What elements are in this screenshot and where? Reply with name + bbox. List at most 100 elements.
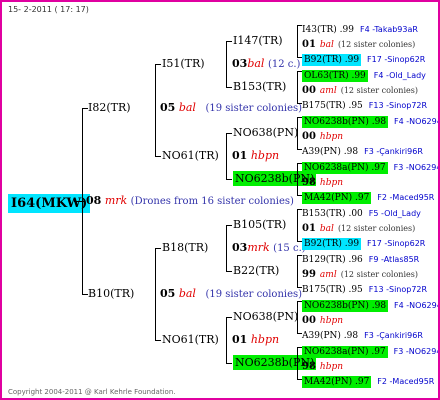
connector (226, 225, 227, 271)
gen4-id: A39(PN) .98 (302, 147, 359, 157)
gen4-row: MA42(PN) .97 F2 -Maced95R (302, 371, 435, 388)
connector (155, 340, 161, 341)
connector (226, 87, 232, 88)
gen2-node-1: NO61(TR) (162, 149, 219, 162)
gen1-note: (19 sister colonies) (205, 289, 303, 300)
gen4-ref: F4 -Takab93aR (359, 25, 418, 34)
root-queen-info: 08 mrk (Drones from 16 sister colonies) (86, 195, 294, 207)
gen2-node-3: NO61(TR) (162, 333, 219, 346)
gen4-row: A39(PN) .98 F3 -Çankiri96R (302, 325, 423, 341)
connector (155, 156, 161, 157)
gen1-year: 05 (160, 287, 176, 300)
gen4-row: B92(TR) .99 F17 -Sinop62R (302, 49, 426, 66)
gen4-note: (12 sister colonies) (337, 224, 416, 233)
gen3-node-1: B153(TR) (233, 80, 287, 93)
gen2-year: 01 (232, 333, 248, 346)
gen4-id: B175(TR) .95 (302, 285, 363, 295)
gen4-row: B153(TR) .00 F5 -Old_Lady (302, 203, 421, 219)
gen2-note: (15 c.) (273, 243, 306, 254)
gen3-node-4: B105(TR) (233, 218, 287, 231)
gen4-note: (12 sister colonies) (340, 86, 418, 95)
gen1-name: bal (178, 287, 196, 300)
gen4-ref: F13 -Sinop72R (368, 285, 428, 294)
connector (297, 347, 298, 379)
gen4-row: A39(PN) .98 F3 -Çankiri96R (302, 141, 423, 157)
gen2-node-2: B18(TR) (162, 241, 209, 254)
gen2-info-3: 01 hbpn (232, 334, 279, 345)
connector (226, 41, 232, 42)
gen4-row: B92(TR) .99 F17 -Sinop62R (302, 233, 426, 250)
gen4-ref: F17 -Sinop62R (367, 239, 426, 248)
gen2-year: 03 (232, 241, 248, 254)
gen1-node-1: B10(TR) (88, 287, 135, 300)
gen4-row: OL63(TR) .99 F4 -Old_Lady (302, 65, 426, 82)
root-name: mrk (104, 194, 128, 207)
root-id: I64(MKW) (8, 194, 91, 213)
connector (297, 301, 298, 333)
connector (226, 133, 227, 179)
gen4-row: I43(TR) .99 F4 -Takab93aR (302, 19, 418, 35)
gen4-id: B175(TR) .95 (302, 101, 363, 111)
connector (226, 271, 232, 272)
root-note: (Drones from 16 sister colonies) (130, 196, 294, 207)
connector (155, 64, 156, 156)
connector (297, 209, 298, 241)
gen4-id: MA42(PN) .97 (302, 376, 372, 388)
gen4-row: B129(TR) .96 F9 -Atlas85R (302, 249, 419, 265)
gen4-ref: F4 -Old_Lady (373, 71, 426, 80)
gen4-ref: F4 -NO6294R (394, 117, 438, 126)
connector (226, 41, 227, 87)
connector (297, 25, 298, 57)
copyright-footer: Copyright 2004-2011 @ Karl Kehrle Founda… (8, 388, 176, 396)
gen2-year: 03 (232, 57, 248, 70)
gen1-year: 05 (160, 101, 176, 114)
gen3-node-0: I147(TR) (233, 34, 283, 47)
gen4-row: 00 aml (12 sister colonies) (302, 80, 418, 96)
gen4-row: B175(TR) .95 F13 -Sinop72R (302, 279, 427, 295)
gen2-info-0: 03bal (12 c.) (232, 58, 300, 70)
gen4-ref: F9 -Atlas85R (368, 255, 420, 264)
gen1-info-1: 05 bal (19 sister colonies) (160, 288, 302, 300)
connector (226, 363, 232, 364)
connector (226, 317, 227, 363)
gen4-row: 00 hbpn (302, 310, 343, 326)
gen1-name: bal (178, 101, 196, 114)
connector (297, 163, 298, 195)
connector (226, 179, 232, 180)
gen2-name: hbpn (250, 149, 280, 162)
gen4-ref: F3 -Çankiri96R (364, 331, 423, 340)
gen4-id: A39(PN) .98 (302, 331, 359, 341)
gen3-node-5: B22(TR) (233, 264, 280, 277)
gen4-note: (12 sister colonies) (340, 270, 418, 279)
gen4-ref: F2 -Maced95R (377, 193, 435, 202)
gen4-row: 01 bal (12 sister colonies) (302, 218, 415, 234)
gen4-row: NO6238b(PN) .98F4 -NO6294R (302, 295, 438, 312)
gen4-ref: F4 -NO6294R (394, 301, 438, 310)
connector (226, 133, 232, 134)
gen4-row: 99 aml (12 sister colonies) (302, 264, 418, 280)
gen4-row: 00 hbpn (302, 126, 343, 142)
gen2-info-1: 01 hbpn (232, 150, 279, 161)
gen4-ref: F3 -Çankiri96R (364, 147, 423, 156)
gen1-info-0: 05 bal (19 sister colonies) (160, 102, 302, 114)
connector (297, 71, 298, 103)
gen4-row: B175(TR) .95 F13 -Sinop72R (302, 95, 427, 111)
gen3-node-2: NO638(PN) (233, 126, 299, 139)
gen2-year: 01 (232, 149, 248, 162)
pedigree-frame: 15- 2-2011 ( 17: 17) I64(MKW) 08 mrk (Dr… (0, 0, 440, 400)
connector (226, 225, 232, 226)
gen2-name: mrk (247, 241, 270, 254)
gen4-row: MA42(PN) .97 F2 -Maced95R (302, 187, 435, 204)
gen2-name: hbpn (250, 333, 280, 346)
gen3-node-6: NO638(PN) (233, 310, 299, 323)
gen4-ref: F2 -Maced95R (377, 377, 435, 386)
connector (82, 108, 83, 294)
connector (155, 248, 156, 340)
gen4-ref: F5 -Old_Lady (368, 209, 421, 218)
gen1-note: (19 sister colonies) (205, 103, 303, 114)
gen4-ref: F17 -Sinop62R (367, 55, 426, 64)
gen2-node-0: I51(TR) (162, 57, 205, 70)
gen4-row: 98 hbpn (302, 172, 343, 188)
gen4-note: (12 sister colonies) (337, 40, 416, 49)
gen4-row: NO6238a(PN) .97F3 -NO6294R (302, 157, 438, 174)
